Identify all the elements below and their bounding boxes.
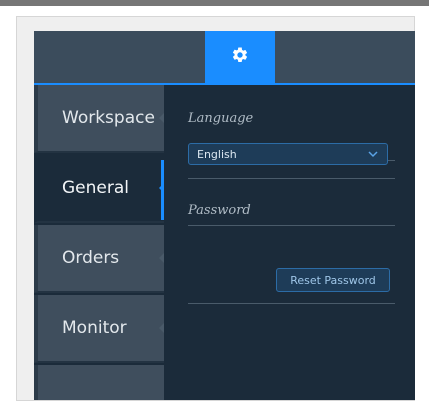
gear-icon bbox=[231, 46, 249, 68]
sidebar-item-label: Orders bbox=[62, 248, 120, 268]
sidebar-item-label: Monitor bbox=[62, 318, 127, 338]
sidebar-item-general[interactable]: General bbox=[34, 155, 165, 223]
chevron-down-icon bbox=[368, 151, 378, 158]
language-select[interactable]: English bbox=[188, 143, 388, 165]
reset-password-button[interactable]: Reset Password bbox=[276, 268, 390, 292]
header-bar bbox=[34, 31, 415, 85]
divider bbox=[188, 178, 395, 179]
language-label: Language bbox=[188, 111, 254, 126]
sidebar-item-monitor[interactable]: Monitor bbox=[34, 295, 165, 363]
sidebar: Workspace General Orders Monitor bbox=[34, 85, 165, 400]
general-settings-content: Language English Password Reset Password bbox=[164, 85, 415, 400]
password-label: Password bbox=[188, 203, 251, 218]
sidebar-item-more[interactable] bbox=[34, 365, 164, 400]
language-select-value: English bbox=[197, 147, 237, 161]
settings-tab[interactable] bbox=[205, 31, 275, 83]
top-divider bbox=[0, 0, 429, 6]
sidebar-item-label: Workspace bbox=[62, 108, 155, 128]
sidebar-item-orders[interactable]: Orders bbox=[34, 225, 165, 293]
sidebar-item-workspace[interactable]: Workspace bbox=[34, 85, 165, 153]
divider bbox=[188, 225, 395, 226]
settings-panel: Workspace General Orders Monitor Languag… bbox=[34, 31, 415, 400]
divider bbox=[188, 303, 395, 304]
sidebar-item-label: General bbox=[62, 178, 129, 198]
